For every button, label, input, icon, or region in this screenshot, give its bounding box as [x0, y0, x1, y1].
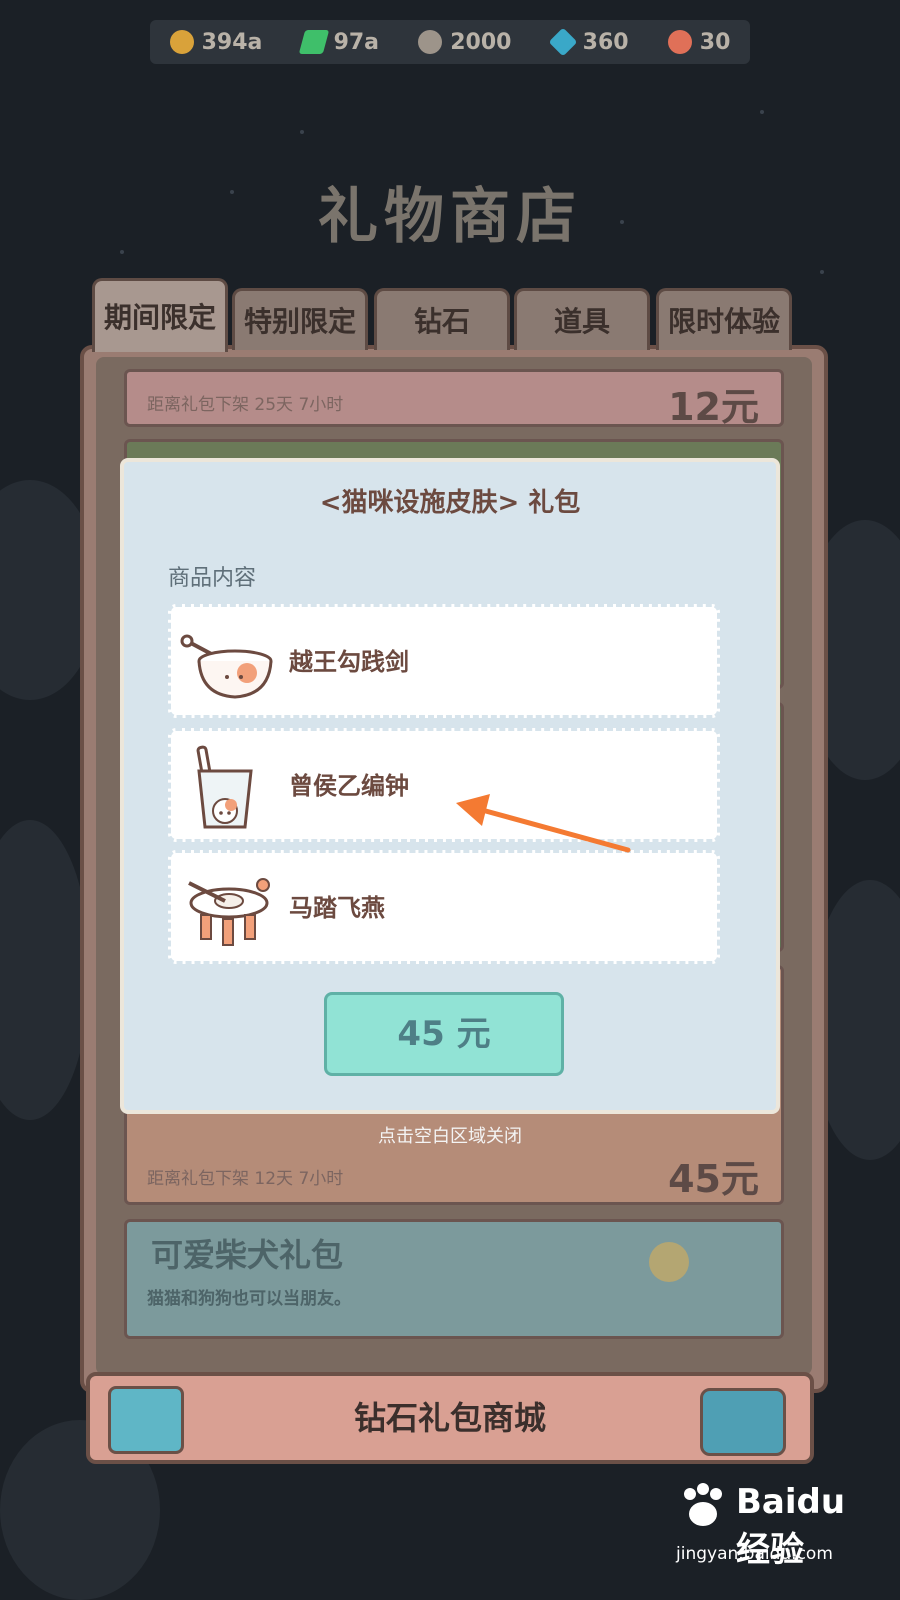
- currency-value: 30: [699, 29, 731, 55]
- close-hint: 点击空白区域关闭: [378, 1126, 522, 1147]
- pack-timer: 距离礼包下架 25天 7小时: [147, 395, 344, 415]
- energy-icon: [298, 30, 329, 54]
- shop-title: 礼物商店: [318, 182, 582, 252]
- pack-item[interactable]: 曾侯乙编钟: [168, 728, 720, 842]
- cat-cup-icon: [196, 745, 253, 829]
- pack-item[interactable]: 马踏飞燕: [168, 850, 720, 964]
- currency-heart-coin[interactable]: 30: [667, 29, 731, 55]
- paw-logo-icon: [684, 1483, 722, 1526]
- treasure-chest-icon: [108, 1386, 184, 1454]
- pack-item[interactable]: 越王勾践剑: [168, 604, 720, 718]
- item-name: 马踏飞燕: [289, 894, 385, 922]
- modal-title: <猫咪设施皮肤> 礼包: [319, 488, 581, 518]
- coin-icon: [169, 30, 194, 54]
- pack-price: 45元: [668, 1157, 759, 1201]
- pack-card-top[interactable]: 距离礼包下架 25天 7小时 12元: [124, 369, 784, 427]
- tab-diamond[interactable]: 钻石: [374, 288, 510, 350]
- buy-button[interactable]: 45 元: [324, 992, 564, 1076]
- tab-timed-trial[interactable]: 限时体验: [656, 288, 792, 350]
- gear-coin-icon: [418, 30, 443, 54]
- shop-tabs: 期间限定 特别限定 钻石 道具 限时体验: [92, 278, 812, 352]
- diamond-mall-button[interactable]: 钻石礼包商城: [86, 1372, 814, 1464]
- tab-items[interactable]: 道具: [514, 288, 650, 350]
- item-name: 越王勾践剑: [289, 648, 409, 676]
- currency-diamond[interactable]: 360: [548, 27, 629, 57]
- pack-timer: 距离礼包下架 12天 7小时: [147, 1169, 344, 1189]
- heart-coin-icon: [667, 30, 692, 54]
- currency-energy[interactable]: 97a: [298, 29, 380, 55]
- cat-feeder-icon: [188, 878, 270, 946]
- currency-gear-coin[interactable]: 2000: [418, 30, 511, 55]
- diamond-icon: [548, 27, 578, 57]
- contents-label: 商品内容: [168, 566, 257, 591]
- currency-value: 97a: [333, 29, 380, 55]
- watermark-url: jingyan.baidu.com: [676, 1544, 833, 1564]
- background-doodle: [0, 820, 90, 1120]
- baidu-watermark: Baidu经验 jingyan.baidu.com: [676, 1476, 876, 1586]
- gift-pack-modal[interactable]: <猫咪设施皮肤> 礼包 商品内容 越王勾践剑 曾侯乙编钟 马踏飞燕 45 元: [120, 458, 780, 1114]
- item-name: 曾侯乙编钟: [289, 772, 409, 800]
- tab-special-limited[interactable]: 特别限定: [232, 288, 368, 350]
- pack-title: 可爱柴犬礼包: [151, 1236, 344, 1274]
- diamond-mall-label: 钻石礼包商城: [353, 1399, 546, 1437]
- tab-limited-period[interactable]: 期间限定: [92, 278, 228, 352]
- currency-value: 360: [582, 29, 629, 55]
- currency-bar: 394a 97a 2000 360 30: [150, 20, 750, 64]
- cat-bowl-icon: [180, 634, 273, 699]
- currency-coin[interactable]: 394a: [169, 29, 263, 55]
- pack-card-shiba[interactable]: 可爱柴犬礼包 猫猫和狗狗也可以当朋友。: [124, 1219, 784, 1339]
- diamond-basket-icon: [700, 1388, 786, 1456]
- pack-price: 12元: [668, 385, 759, 427]
- sun-icon: [649, 1242, 689, 1282]
- currency-value: 2000: [450, 29, 512, 55]
- currency-value: 394a: [201, 29, 263, 55]
- pack-subtitle: 猫猫和狗狗也可以当朋友。: [147, 1289, 351, 1309]
